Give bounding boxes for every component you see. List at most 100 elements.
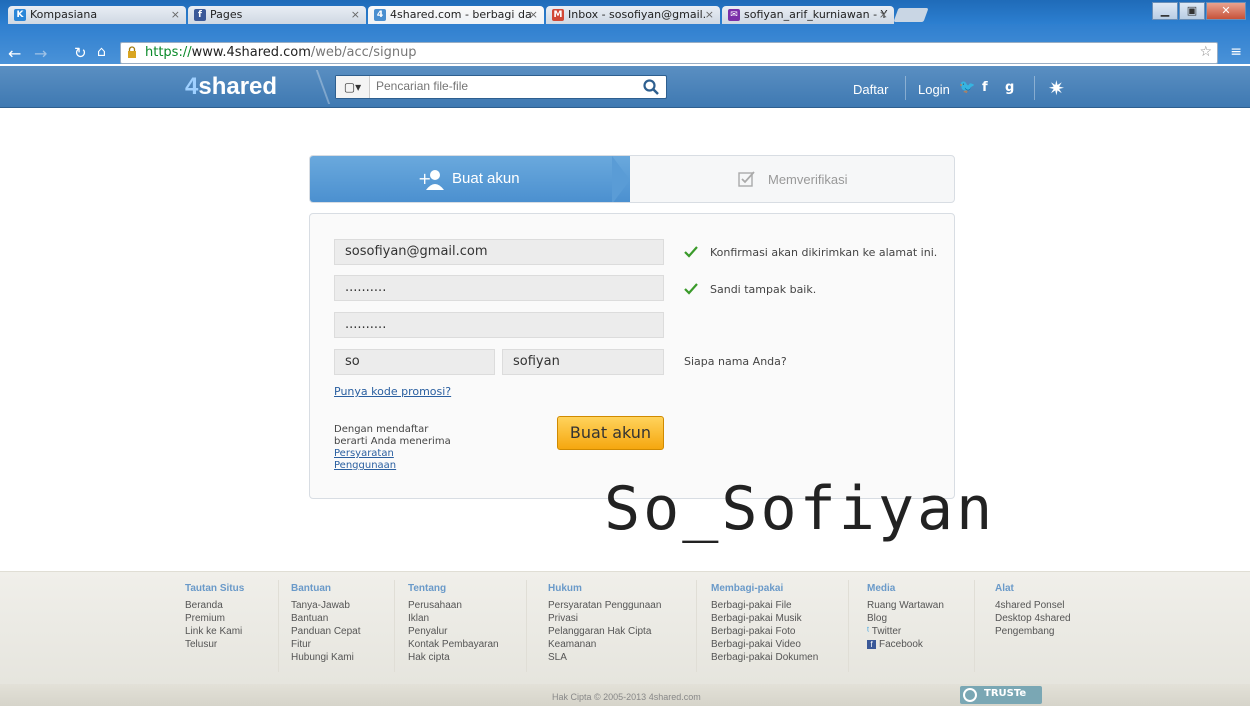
new-tab-button[interactable] [893, 8, 929, 22]
footer-link[interactable]: Perusahaan [408, 599, 499, 612]
footer-link-facebook[interactable]: f Facebook [867, 638, 944, 651]
footer-column-membagi: Membagi-pakai Berbagi-pakai File Berbagi… [711, 583, 818, 664]
header-divider [905, 76, 906, 100]
footer-link[interactable]: Link ke Kami [185, 625, 244, 638]
footer-column-tentang: Tentang Perusahaan Iklan Penyalur Kontak… [408, 583, 499, 664]
url-scheme: https:// [145, 45, 192, 60]
step-create-label: Buat akun [452, 170, 520, 187]
password-confirm-field[interactable]: .......... [334, 312, 664, 338]
minimize-button[interactable]: ▁ [1152, 2, 1178, 20]
footer-link[interactable]: Penyalur [408, 625, 499, 638]
footer-divider [278, 580, 279, 672]
tab-title: 4shared.com - berbagi da [390, 8, 532, 21]
4shared-icon: 4 [374, 9, 386, 21]
footer-link[interactable]: Bantuan [291, 612, 361, 625]
tab-yahoo[interactable]: ✉ sofiyan_arif_kurniawan - Y × [722, 6, 894, 24]
back-icon[interactable]: ← [8, 44, 21, 63]
footer-link[interactable]: Berbagi-pakai Musik [711, 612, 818, 625]
bookmark-star-icon[interactable]: ☆ [1199, 44, 1212, 60]
footer-link[interactable]: Berbagi-pakai Video [711, 638, 818, 651]
check-icon [684, 246, 698, 258]
close-tab-icon[interactable]: × [529, 8, 538, 21]
tab-kompasiana[interactable]: K Kompasiana × [8, 6, 186, 24]
signup-steps: + Buat akun Memverifikasi [309, 155, 955, 203]
footer-divider [848, 580, 849, 672]
login-link[interactable]: Login [918, 82, 950, 97]
footer-link[interactable]: Hubungi Kami [291, 651, 361, 664]
footer-link[interactable]: Ruang Wartawan [867, 599, 944, 612]
gear-icon[interactable]: ✷ [1048, 76, 1065, 100]
footer-link[interactable]: Premium [185, 612, 244, 625]
footer-link[interactable]: Blog [867, 612, 944, 625]
truste-label: TRUSTe [984, 688, 1027, 699]
lock-icon [128, 46, 136, 58]
first-name-field[interactable]: so [334, 349, 495, 375]
terms-link[interactable]: Persyaratan [334, 448, 394, 459]
file-type-dropdown[interactable]: ▢▾ [336, 76, 370, 98]
footer-link[interactable]: Beranda [185, 599, 244, 612]
search-icon[interactable] [642, 78, 660, 96]
footer-link[interactable]: Berbagi-pakai File [711, 599, 818, 612]
footer-link[interactable]: Keamanan [548, 638, 661, 651]
kompasiana-icon: K [14, 9, 26, 21]
last-name-field[interactable]: sofiyan [502, 349, 664, 375]
footer-divider [526, 580, 527, 672]
truste-icon [963, 688, 977, 702]
forward-icon[interactable]: → [34, 44, 47, 63]
register-link[interactable]: Daftar [853, 82, 888, 97]
terms-link[interactable]: Penggunaan [334, 460, 396, 471]
footer-link[interactable]: Pengembang [995, 625, 1071, 638]
footer-link[interactable]: Berbagi-pakai Foto [711, 625, 818, 638]
footer-column-hukum: Hukum Persyaratan Penggunaan Privasi Pel… [548, 583, 661, 664]
footer-divider [696, 580, 697, 672]
close-window-button[interactable]: ✕ [1206, 2, 1246, 20]
footer-link[interactable]: Tanya-Jawab [291, 599, 361, 612]
footer-link[interactable]: 4shared Ponsel [995, 599, 1071, 612]
maximize-button[interactable]: ▣ [1179, 2, 1205, 20]
footer-heading: Tentang [408, 583, 447, 594]
footer-link[interactable]: Persyaratan Penggunaan [548, 599, 661, 612]
truste-badge[interactable]: TRUSTe [960, 686, 1042, 704]
home-icon[interactable]: ⌂ [97, 44, 106, 60]
password-field[interactable]: .......... [334, 275, 664, 301]
tab-inbox[interactable]: M Inbox - sosofiyan@gmail. × [546, 6, 720, 24]
footer-link[interactable]: Berbagi-pakai Dokumen [711, 651, 818, 664]
email-field[interactable]: sosofiyan@gmail.com [334, 239, 664, 265]
footer-link[interactable]: Privasi [548, 612, 661, 625]
footer-heading: Membagi-pakai [711, 583, 784, 594]
gmail-icon: M [552, 9, 564, 21]
footer-link[interactable]: Iklan [408, 612, 499, 625]
footer-column-media: Media Ruang Wartawan Blog ᵗ Twitter f Fac… [867, 583, 944, 651]
create-account-button[interactable]: Buat akun [557, 416, 664, 450]
footer-link[interactable]: Pelanggaran Hak Cipta [548, 625, 661, 638]
url-host: www.4shared.com [191, 45, 311, 60]
close-tab-icon[interactable]: × [879, 8, 888, 21]
footer-link-twitter[interactable]: ᵗ Twitter [867, 625, 944, 638]
footer-divider [974, 580, 975, 672]
address-bar[interactable]: https://www.4shared.com/web/acc/signup [120, 42, 1218, 64]
promo-code-link[interactable]: Punya kode promosi? [334, 385, 451, 398]
facebook-login-icon[interactable]: f [982, 80, 988, 95]
close-tab-icon[interactable]: × [351, 8, 360, 21]
footer-link[interactable]: SLA [548, 651, 661, 664]
reload-icon[interactable]: ↻ [74, 44, 87, 62]
google-icon[interactable]: g [1005, 80, 1014, 95]
footer-link[interactable]: Desktop 4shared [995, 612, 1071, 625]
tab-pages[interactable]: f Pages × [188, 6, 366, 24]
footer-link[interactable]: Panduan Cepat [291, 625, 361, 638]
footer-link[interactable]: Hak cipta [408, 651, 499, 664]
browser-menu-icon[interactable]: ≡ [1230, 44, 1242, 60]
footer-heading: Alat [995, 583, 1014, 594]
close-tab-icon[interactable]: × [705, 8, 714, 21]
site-logo[interactable]: 4shared [185, 73, 277, 101]
footer-link[interactable]: Telusur [185, 638, 244, 651]
mail-icon: ✉ [728, 9, 740, 21]
twitter-icon[interactable]: 🐦 [959, 80, 975, 95]
search-input[interactable] [376, 79, 626, 93]
close-tab-icon[interactable]: × [171, 8, 180, 21]
footer-heading: Tautan Situs [185, 583, 245, 594]
footer-link[interactable]: Kontak Pembayaran [408, 638, 499, 651]
email-hint: Konfirmasi akan dikirimkan ke alamat ini… [710, 246, 938, 259]
tab-4shared[interactable]: 4 4shared.com - berbagi da × [368, 6, 544, 24]
footer-link[interactable]: Fitur [291, 638, 361, 651]
